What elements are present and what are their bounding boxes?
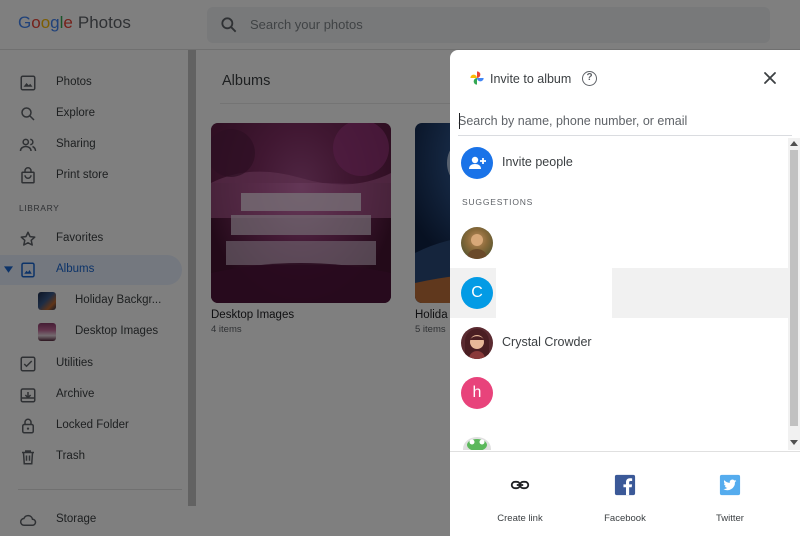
share-label: Create link	[497, 513, 543, 524]
facebook-share-button[interactable]: Facebook	[580, 474, 670, 524]
add-person-icon	[461, 147, 493, 179]
invite-list: Invite people SUGGESTIONS C Crystal Crow…	[450, 138, 788, 450]
create-link-button[interactable]: Create link	[475, 474, 565, 524]
suggestion-row[interactable]: Crystal Crowder	[450, 318, 788, 368]
invite-search-field[interactable]	[458, 108, 792, 136]
suggestion-row[interactable]	[450, 218, 788, 268]
twitter-icon	[719, 474, 741, 496]
avatar: C	[461, 277, 493, 309]
twitter-share-button[interactable]: Twitter	[685, 474, 775, 524]
avatar	[461, 327, 493, 359]
scroll-thumb[interactable]	[790, 150, 798, 426]
scroll-up-arrow[interactable]	[790, 141, 798, 146]
avatar: h	[461, 377, 493, 409]
invite-to-album-dialog: Invite to album ? Invite people SUGGESTI…	[450, 50, 800, 536]
hidden-name-area	[496, 268, 612, 318]
avatar	[461, 427, 493, 450]
invite-people-label: Invite people	[502, 155, 573, 169]
dialog-header: Invite to album ?	[450, 50, 800, 108]
help-icon[interactable]: ?	[582, 71, 597, 86]
google-photos-pinwheel-icon	[470, 71, 484, 85]
share-options: Create link Facebook Twitter	[450, 451, 800, 536]
invite-people-row[interactable]: Invite people	[450, 138, 788, 188]
facebook-icon	[614, 474, 636, 496]
invite-search-input[interactable]	[458, 108, 792, 134]
share-label: Facebook	[604, 513, 646, 524]
text-cursor	[459, 113, 460, 129]
suggestion-row[interactable]	[450, 418, 788, 450]
avatar	[461, 227, 493, 259]
suggestion-name: Crystal Crowder	[502, 335, 592, 349]
suggestion-row[interactable]: C	[450, 268, 788, 318]
close-icon[interactable]	[760, 68, 780, 88]
dialog-scrollbar[interactable]	[788, 138, 800, 450]
share-label: Twitter	[716, 513, 744, 524]
scroll-down-arrow[interactable]	[790, 440, 798, 445]
suggestion-row[interactable]: h	[450, 368, 788, 418]
link-icon	[510, 480, 530, 490]
dialog-title: Invite to album	[490, 72, 572, 86]
suggestions-label: SUGGESTIONS	[462, 197, 534, 207]
